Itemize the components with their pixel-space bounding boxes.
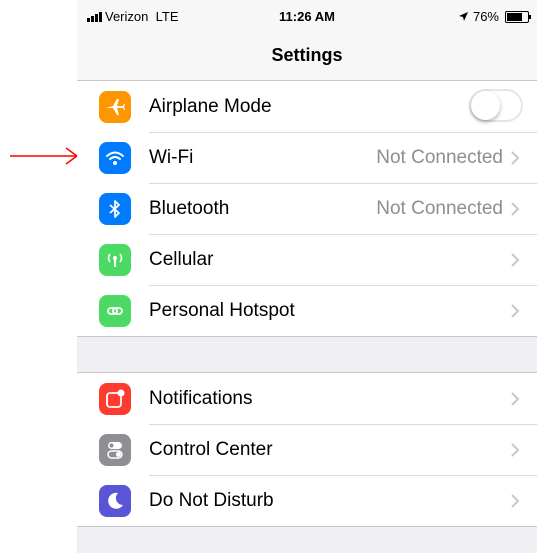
row-detail: Not Connected bbox=[376, 198, 503, 219]
battery-icon bbox=[505, 10, 531, 23]
wifi-icon bbox=[99, 142, 131, 174]
row-label: Cellular bbox=[149, 249, 214, 270]
settings-group-connectivity: Airplane Mode Wi-Fi Not Connected Blueto… bbox=[77, 80, 537, 337]
chevron-right-icon bbox=[511, 202, 520, 216]
settings-row-control-center[interactable]: Control Center bbox=[77, 424, 537, 475]
settings-row-wifi[interactable]: Wi-Fi Not Connected bbox=[77, 132, 537, 183]
hotspot-icon bbox=[99, 295, 131, 327]
status-bar: Verizon LTE 11:26 AM 76% bbox=[77, 0, 537, 32]
chevron-right-icon bbox=[511, 443, 520, 457]
settings-row-notifications[interactable]: Notifications bbox=[77, 373, 537, 424]
notifications-icon bbox=[99, 383, 131, 415]
settings-row-bluetooth[interactable]: Bluetooth Not Connected bbox=[77, 183, 537, 234]
airplane-mode-toggle[interactable] bbox=[469, 89, 523, 122]
phone-screen: Verizon LTE 11:26 AM 76% Settings Airpla… bbox=[77, 0, 537, 553]
bluetooth-icon bbox=[99, 193, 131, 225]
row-label: Personal Hotspot bbox=[149, 300, 295, 321]
row-label: Do Not Disturb bbox=[149, 490, 274, 511]
navigation-bar: Settings bbox=[77, 32, 537, 81]
chevron-right-icon bbox=[511, 151, 520, 165]
row-label: Wi-Fi bbox=[149, 147, 194, 168]
moon-icon bbox=[99, 485, 131, 517]
battery-percent: 76% bbox=[472, 9, 499, 24]
row-label: Notifications bbox=[149, 388, 253, 409]
control-center-icon bbox=[99, 434, 131, 466]
status-right: 76% bbox=[458, 9, 531, 24]
row-label: Bluetooth bbox=[149, 198, 230, 219]
location-arrow-icon bbox=[458, 12, 468, 21]
row-label: Control Center bbox=[149, 439, 273, 460]
chevron-right-icon bbox=[511, 392, 520, 406]
page-title: Settings bbox=[271, 45, 343, 65]
airplane-icon bbox=[99, 91, 131, 123]
settings-row-do-not-disturb[interactable]: Do Not Disturb bbox=[77, 475, 537, 526]
row-label: Airplane Mode bbox=[149, 96, 272, 117]
row-detail: Not Connected bbox=[376, 147, 503, 168]
annotation-arrow-icon bbox=[10, 147, 79, 165]
settings-group-notifications: Notifications Control Center Do Not Dist… bbox=[77, 372, 537, 527]
settings-row-personal-hotspot[interactable]: Personal Hotspot bbox=[77, 285, 537, 336]
settings-row-cellular[interactable]: Cellular bbox=[77, 234, 537, 285]
chevron-right-icon bbox=[511, 304, 520, 318]
settings-row-airplane-mode[interactable]: Airplane Mode bbox=[77, 81, 537, 132]
cellular-antenna-icon bbox=[99, 244, 131, 276]
chevron-right-icon bbox=[511, 494, 520, 508]
chevron-right-icon bbox=[511, 253, 520, 267]
